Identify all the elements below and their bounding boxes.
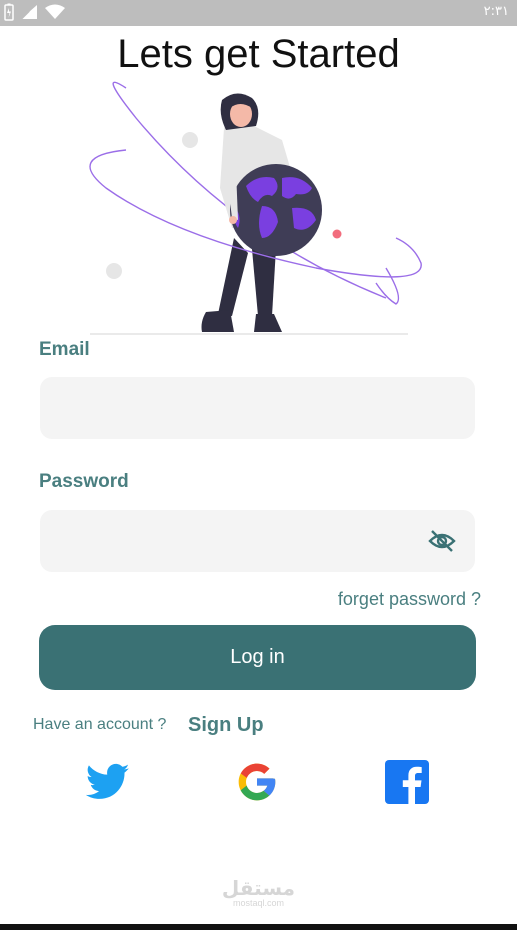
globe-illustration xyxy=(89,81,422,335)
status-icons xyxy=(4,2,66,22)
password-field-container xyxy=(40,510,475,572)
bottom-bar xyxy=(0,924,517,930)
status-bar: ٢:٣١ xyxy=(0,0,517,26)
signal-icon xyxy=(20,5,37,20)
battery-icon xyxy=(4,3,14,21)
google-icon xyxy=(238,763,276,801)
forget-password-link[interactable]: forget password ? xyxy=(338,589,481,610)
email-field[interactable] xyxy=(40,377,475,439)
watermark: مستقل mostaql.com xyxy=(0,878,517,908)
facebook-login-button[interactable] xyxy=(384,759,430,805)
email-label: Email xyxy=(39,339,90,360)
twitter-login-button[interactable] xyxy=(85,759,131,805)
password-field[interactable] xyxy=(40,510,475,572)
page-title: Lets get Started xyxy=(117,32,400,76)
email-field-container xyxy=(40,377,475,439)
have-account-text: Have an account ? xyxy=(33,716,167,733)
status-time: ٢:٣١ xyxy=(483,4,509,19)
eye-off-icon xyxy=(428,530,456,552)
password-label: Password xyxy=(39,471,129,492)
wifi-icon xyxy=(45,4,65,19)
watermark-logo: مستقل xyxy=(221,876,296,900)
login-button[interactable]: Log in xyxy=(39,625,476,690)
login-screen: ٢:٣١ Lets get Started Email Password for… xyxy=(0,0,517,930)
sign-up-link[interactable]: Sign Up xyxy=(188,714,264,737)
watermark-url: mostaql.com xyxy=(232,898,285,908)
toggle-password-visibility-button[interactable] xyxy=(427,527,457,555)
facebook-icon xyxy=(385,760,429,804)
google-login-button[interactable] xyxy=(234,759,280,805)
twitter-icon xyxy=(86,763,130,799)
